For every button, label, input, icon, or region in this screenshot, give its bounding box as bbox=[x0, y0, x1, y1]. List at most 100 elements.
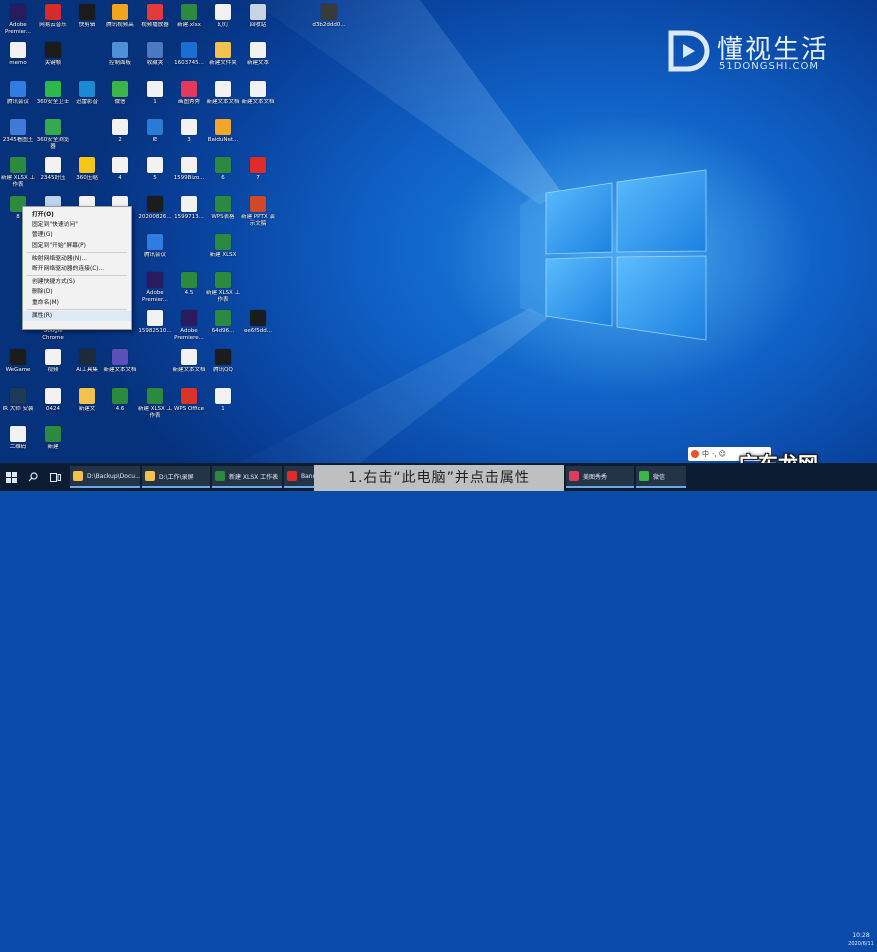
desktop-icon[interactable]: 新建文本文档 bbox=[172, 347, 206, 391]
ime-extra-label[interactable]: ·, ☺ bbox=[712, 450, 726, 458]
desktop-icon-label: 4.6 bbox=[115, 406, 125, 412]
desktop-app-icon bbox=[10, 42, 26, 58]
desktop-icon[interactable]: 4 bbox=[103, 155, 137, 199]
desktop-icon[interactable]: 4.6 bbox=[103, 386, 137, 430]
desktop-icon[interactable]: 快剪辑 bbox=[70, 2, 104, 46]
desktop-app-icon bbox=[147, 196, 163, 212]
desktop-app-icon bbox=[250, 81, 266, 97]
desktop-icon[interactable]: WPS Office bbox=[172, 386, 206, 430]
desktop-icon-label: 2 bbox=[118, 137, 122, 143]
desktop-icon[interactable]: d3b2ddd0... bbox=[312, 2, 346, 46]
start-button[interactable] bbox=[0, 463, 22, 491]
desktop-icon-label: 新建文 bbox=[78, 406, 96, 412]
desktop-icon-label: 2345好压 bbox=[40, 175, 66, 181]
desktop-icon-label: 1 bbox=[153, 99, 157, 105]
windows-logo bbox=[545, 169, 707, 341]
desktop-app-icon bbox=[112, 4, 128, 20]
desktop[interactable]: Adobe Premier... 网易云音乐 快剪辑 腾讯视频高 视频播放器 新建.xls… bbox=[0, 0, 877, 463]
taskbar-item[interactable]: 新建 XLSX 工作表 bbox=[212, 466, 282, 488]
context-menu-item[interactable]: 管理(G) bbox=[23, 230, 131, 240]
context-menu-item[interactable]: 创建快捷方式(S) bbox=[23, 277, 131, 287]
desktop-app-icon bbox=[215, 81, 231, 97]
desktop-icon[interactable]: 新建 XLSX 工作表 bbox=[1, 155, 35, 199]
context-menu-item[interactable]: 映射网络驱动器(N)... bbox=[23, 254, 131, 264]
context-menu-item[interactable]: 断开网络驱动器的连接(C)... bbox=[23, 264, 131, 274]
system-clock[interactable]: 10:28 2020/6/11 bbox=[845, 928, 877, 952]
desktop-icon-label: 新建文件夹 bbox=[209, 60, 237, 66]
taskbar-item[interactable]: D:\工作\录屏 bbox=[142, 466, 210, 488]
desktop-icon[interactable]: 视频 bbox=[36, 347, 70, 391]
desktop-icon-label: WPS Office bbox=[173, 406, 205, 412]
desktop-icon-label: 网易云音乐 bbox=[39, 22, 67, 28]
context-menu-item[interactable]: 删除(D) bbox=[23, 287, 131, 297]
desktop-app-icon bbox=[10, 157, 26, 173]
desktop-icon-label: Adobe Premier... bbox=[4, 22, 31, 35]
desktop-icon[interactable]: 新建文本文档 bbox=[103, 347, 137, 391]
desktop-icon-label: 15982510... bbox=[138, 328, 172, 334]
desktop-icon[interactable]: Ai工具集 bbox=[70, 347, 104, 391]
desktop-icon[interactable]: 二维码 bbox=[1, 424, 35, 463]
desktop-icon-label: 20200826... bbox=[138, 214, 172, 220]
desktop-icon-label: WPS表格 bbox=[211, 214, 235, 220]
desktop-icon-label: 视频播放器 bbox=[141, 22, 169, 28]
desktop-icon-label: IR 大师 安装 bbox=[2, 406, 34, 412]
desktop-icon[interactable]: 1599Bizo... bbox=[172, 155, 206, 199]
desktop-icon[interactable]: ee6f5dd... bbox=[241, 308, 275, 352]
context-menu-item[interactable]: 属性(R) bbox=[23, 310, 131, 321]
desktop-icon[interactable]: 360压缩 bbox=[70, 155, 104, 199]
ime-mode-label[interactable]: 中 bbox=[702, 449, 709, 459]
desktop-icon-label: 64d96... bbox=[211, 328, 235, 334]
context-menu-item[interactable]: 打开(O) bbox=[23, 210, 131, 220]
desktop-icon[interactable]: 收藏夹 bbox=[138, 40, 172, 84]
desktop-icon-label: 7 bbox=[256, 175, 260, 181]
desktop-icon[interactable]: memo bbox=[1, 40, 35, 84]
desktop-icon-label: 视频 bbox=[47, 367, 59, 373]
taskbar-item[interactable]: 美图秀秀 bbox=[566, 466, 634, 488]
task-view-button[interactable] bbox=[44, 463, 66, 491]
desktop-icon[interactable]: 新建文本 bbox=[241, 40, 275, 84]
desktop-app-icon bbox=[79, 349, 95, 365]
desktop-icon[interactable]: 新建文 bbox=[70, 386, 104, 430]
desktop-icon[interactable]: 15982510... bbox=[138, 308, 172, 352]
desktop-app-icon bbox=[181, 81, 197, 97]
desktop-icon[interactable]: 新建文本文档 bbox=[241, 79, 275, 123]
desktop-icon[interactable]: 64d96... bbox=[206, 308, 240, 352]
desktop-icon[interactable]: 新建 PPTX 演示文稿 bbox=[241, 194, 275, 238]
desktop-icon[interactable]: 1 bbox=[206, 386, 240, 430]
taskbar-item[interactable]: Bandic... bbox=[284, 466, 314, 488]
desktop-icon[interactable]: 1599713... bbox=[172, 194, 206, 238]
desktop-icon[interactable]: 6 bbox=[206, 155, 240, 199]
desktop-icon[interactable]: 新建 bbox=[36, 424, 70, 463]
desktop-icon[interactable]: 迅雷影音 bbox=[70, 79, 104, 123]
taskbar-item[interactable]: 微信 bbox=[636, 466, 686, 488]
desktop-icon-label: 腾讯QQ bbox=[213, 367, 233, 373]
search-button[interactable] bbox=[24, 463, 42, 491]
desktop-icon[interactable]: 新建 XLSX 工作表 bbox=[138, 386, 172, 430]
clock-date: 2020/6/11 bbox=[848, 941, 874, 947]
desktop-icon[interactable]: 5 bbox=[138, 155, 172, 199]
desktop-icon[interactable]: 腾讯QQ bbox=[206, 347, 240, 391]
taskbar-item[interactable]: D:\Backup\Docu... bbox=[70, 466, 140, 488]
desktop-icon-label: Adobe Premiere... bbox=[174, 328, 204, 341]
desktop-app-icon bbox=[112, 388, 128, 404]
desktop-icon[interactable]: 7 bbox=[241, 155, 275, 199]
desktop-icon-label: 微信 bbox=[114, 99, 126, 105]
desktop-app-icon bbox=[45, 426, 61, 442]
desktop-icon-label: 新建 XLSX 工作表 bbox=[137, 406, 173, 419]
desktop-icon[interactable]: 新建文件夹 bbox=[206, 40, 240, 84]
desktop-icon-label: 回收站 bbox=[249, 22, 267, 28]
taskbar-app-icon bbox=[639, 471, 649, 481]
desktop-icon[interactable]: 控制面板 bbox=[103, 40, 137, 84]
desktop-icon[interactable]: 1603745... bbox=[172, 40, 206, 84]
desktop-icon-label: 幻灯 bbox=[217, 22, 229, 28]
menu-separator bbox=[27, 275, 127, 277]
context-menu-item[interactable]: 重命名(M) bbox=[23, 298, 131, 308]
desktop-icon[interactable]: Adobe Premiere... bbox=[172, 308, 206, 352]
context-menu-item[interactable]: 固定到"开始"屏幕(P) bbox=[23, 241, 131, 251]
desktop-icon[interactable]: WeGame bbox=[1, 347, 35, 391]
context-menu-item[interactable]: 固定到"快速访问" bbox=[23, 220, 131, 230]
desktop-icon-label: Adobe Premier... bbox=[141, 290, 168, 303]
desktop-icon[interactable]: 关键帧 bbox=[36, 40, 70, 84]
desktop-icon[interactable]: 2345好压 bbox=[36, 155, 70, 199]
taskbar-item-label: D:\工作\录屏 bbox=[159, 473, 194, 481]
